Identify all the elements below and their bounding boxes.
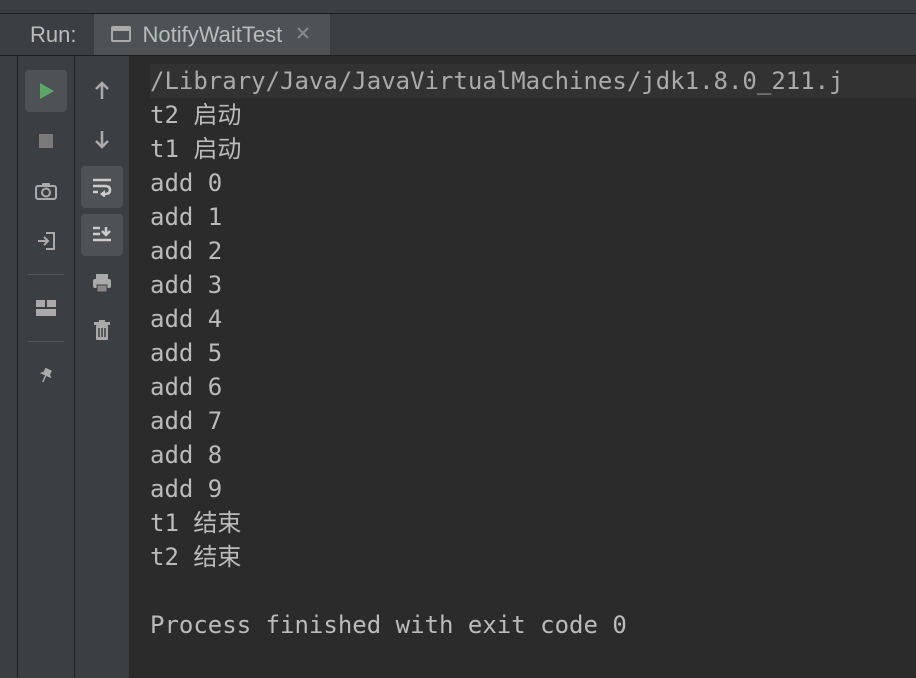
console-command-line: /Library/Java/JavaVirtualMachines/jdk1.8… [150, 64, 916, 98]
console-exit-line: Process finished with exit code 0 [150, 608, 916, 642]
application-icon [110, 24, 132, 46]
console-output-line: add 9 [150, 472, 916, 506]
console-output-line: add 3 [150, 268, 916, 302]
run-tab[interactable]: NotifyWaitTest [94, 14, 330, 55]
up-arrow-icon[interactable] [81, 70, 123, 112]
console-output-line: add 0 [150, 166, 916, 200]
console-output-line: add 4 [150, 302, 916, 336]
tab-bar: Run: NotifyWaitTest [0, 14, 916, 56]
console-output-line: add 1 [150, 200, 916, 234]
window-top-bar [0, 0, 916, 14]
close-tab-icon[interactable] [292, 24, 314, 45]
console-output-line: add 7 [150, 404, 916, 438]
console-output-line: add 2 [150, 234, 916, 268]
print-icon[interactable] [81, 262, 123, 304]
console-output-line: t2 结束 [150, 540, 916, 574]
scroll-to-end-icon[interactable] [81, 214, 123, 256]
toolbar-divider [28, 341, 64, 342]
console-output[interactable]: /Library/Java/JavaVirtualMachines/jdk1.8… [130, 56, 916, 678]
run-label: Run: [0, 22, 94, 48]
run-toolbar-primary [18, 56, 75, 678]
rerun-button[interactable] [25, 70, 67, 112]
console-output-line: add 5 [150, 336, 916, 370]
console-output-line: add 6 [150, 370, 916, 404]
console-blank-line [150, 574, 916, 608]
camera-icon[interactable] [25, 170, 67, 212]
stop-button[interactable] [25, 120, 67, 162]
console-output-line: t2 启动 [150, 98, 916, 132]
console-output-line: t1 启动 [150, 132, 916, 166]
down-arrow-icon[interactable] [81, 118, 123, 160]
toolbar-divider [28, 274, 64, 275]
main-area: /Library/Java/JavaVirtualMachines/jdk1.8… [0, 56, 916, 678]
edge-tool-strip [0, 56, 18, 678]
soft-wrap-icon[interactable] [81, 166, 123, 208]
run-toolbar-secondary [75, 56, 130, 678]
pin-icon[interactable] [25, 354, 67, 396]
tab-title: NotifyWaitTest [142, 22, 282, 48]
exit-icon[interactable] [25, 220, 67, 262]
trash-icon[interactable] [81, 310, 123, 352]
layout-icon[interactable] [25, 287, 67, 329]
console-output-line: t1 结束 [150, 506, 916, 540]
console-output-line: add 8 [150, 438, 916, 472]
